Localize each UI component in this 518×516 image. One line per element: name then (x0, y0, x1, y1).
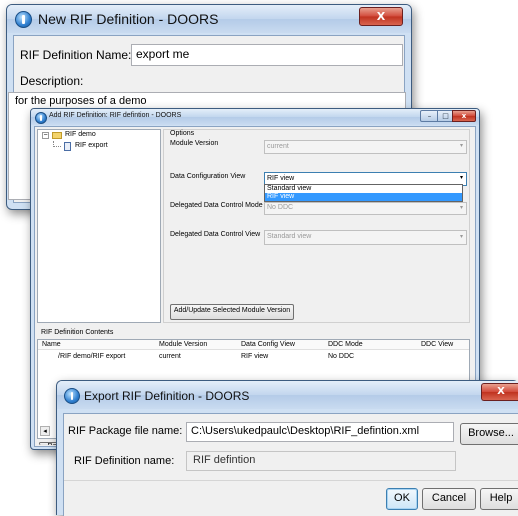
rif-package-file-name-input[interactable]: C:\Users\ukedpaulc\Desktop\RIF_defintion… (186, 422, 454, 442)
module-tree[interactable]: − RIF demo RIF export (37, 129, 161, 323)
tree-item-rif-demo[interactable]: RIF demo (65, 131, 96, 138)
formal-module-icon (64, 142, 71, 151)
table-row[interactable]: /RIF demo/RIF export current RIF view No… (38, 352, 469, 362)
cell-name: /RIF demo/RIF export (58, 353, 126, 360)
rif-definition-contents-label: RIF Definition Contents (41, 329, 114, 336)
dropdown-option-standard-view[interactable]: Standard view (265, 185, 462, 193)
title-bar[interactable]: Add RIF Definition: RIF defintion - DOOR… (31, 109, 479, 125)
rif-definition-name-label: RIF Definition Name: (20, 48, 132, 62)
window-title: Export RIF Definition - DOORS (84, 389, 250, 403)
separator (64, 480, 518, 481)
cancel-button[interactable]: Cancel (422, 488, 476, 510)
title-bar[interactable]: Export RIF Definition - DOORS X (57, 381, 518, 409)
client-area: RIF Package file name: C:\Users\ukedpaul… (63, 413, 518, 516)
delegated-data-control-mode-label: Delegated Data Control Mode (170, 202, 263, 209)
folder-icon (52, 132, 62, 139)
add-update-module-version-button[interactable]: Add/Update Selected Module Version (170, 304, 294, 320)
browse-button[interactable]: Browse... (460, 423, 518, 445)
delegated-data-control-view-select: Standard view ▾ (264, 230, 467, 245)
column-header-ddc-view[interactable]: DDC View (421, 341, 453, 348)
rif-package-file-name-label: RIF Package file name: (68, 425, 183, 437)
tree-item-rif-export[interactable]: RIF export (75, 142, 108, 149)
close-button[interactable]: X (359, 7, 403, 26)
rif-definition-name-input[interactable]: export me (131, 44, 403, 66)
column-header-ddc-mode[interactable]: DDC Mode (328, 341, 363, 348)
rif-definition-name-readonly: RIF defintion (186, 451, 456, 471)
doors-app-icon (15, 11, 32, 28)
dropdown-option-rif-view[interactable]: RIF view (265, 193, 462, 201)
doors-app-icon (64, 388, 80, 404)
module-version-select: current ▾ (264, 140, 467, 154)
window-title: Add RIF Definition: RIF defintion - DOOR… (49, 112, 182, 119)
delegated-data-control-mode-select: No DDC ▾ (264, 202, 467, 215)
cell-ddc-mode: No DDC (328, 353, 355, 360)
data-configuration-view-label: Data Configuration View (170, 173, 246, 180)
cell-module-version: current (159, 353, 181, 360)
title-bar[interactable]: New RIF Definition - DOORS X (7, 5, 411, 33)
module-version-value: current (267, 143, 289, 150)
ok-button[interactable]: OK (386, 488, 418, 510)
delegated-data-control-view-value: Standard view (267, 233, 312, 240)
cell-data-config-view: RIF view (241, 353, 269, 360)
data-configuration-view-value: RIF view (267, 175, 295, 182)
doors-app-icon (35, 112, 47, 124)
column-header-data-config-view[interactable]: Data Config View (241, 341, 295, 348)
chevron-down-icon: ▾ (459, 234, 463, 240)
table-header: Name Module Version Data Config View DDC… (38, 340, 469, 350)
rif-definition-name-label: RIF Definition name: (74, 455, 175, 467)
help-button[interactable]: Help (480, 488, 518, 510)
close-button[interactable]: X (481, 383, 518, 401)
delegated-data-control-view-label: Delegated Data Control View (170, 231, 261, 238)
chevron-down-icon: ▾ (459, 205, 463, 211)
column-header-name[interactable]: Name (42, 341, 61, 348)
tree-connector (53, 141, 61, 147)
delegated-data-control-mode-value: No DDC (267, 204, 294, 211)
tree-expander[interactable]: − (42, 132, 49, 139)
module-version-label: Module Version (170, 140, 219, 147)
window-title: New RIF Definition - DOORS (38, 11, 219, 27)
options-pane: Options Module Version current ▾ Data Co… (163, 129, 470, 323)
column-header-module-version[interactable]: Module Version (159, 341, 207, 348)
chevron-down-icon: ▾ (459, 175, 463, 181)
data-configuration-dropdown-list[interactable]: Standard view RIF view (264, 184, 463, 202)
close-button[interactable]: x (452, 110, 476, 122)
scroll-left-arrow-icon[interactable]: ◂ (40, 426, 50, 436)
options-label: Options (170, 130, 195, 137)
chevron-down-icon: ▾ (459, 143, 463, 149)
description-label: Description: (20, 74, 84, 88)
description-text: for the purposes of a demo (15, 95, 147, 107)
export-rif-definition-window: Export RIF Definition - DOORS X RIF Pack… (56, 380, 518, 516)
